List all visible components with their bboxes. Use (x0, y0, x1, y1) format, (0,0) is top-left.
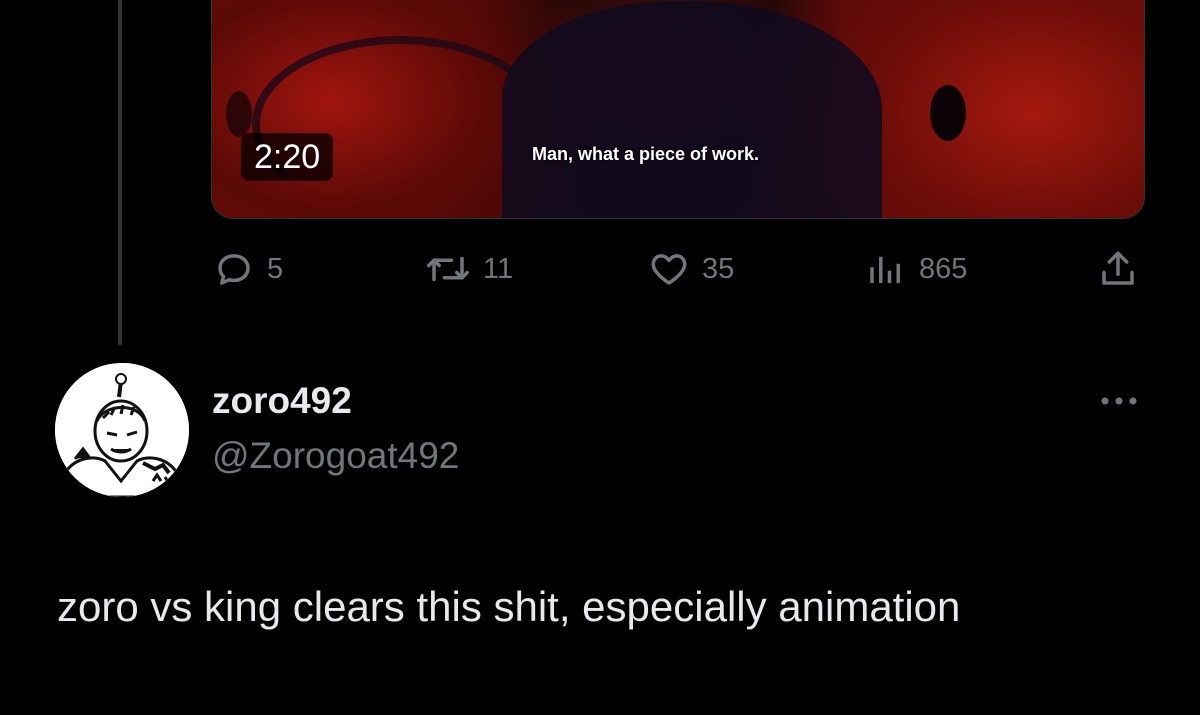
avatar[interactable] (55, 363, 189, 497)
share-button[interactable] (1097, 247, 1139, 291)
more-icon (1097, 394, 1141, 412)
reply-icon (213, 248, 255, 290)
views-count: 865 (919, 252, 968, 285)
video-frame-shape (226, 91, 252, 137)
views-icon (865, 248, 907, 290)
tweet-action-bar: 5 11 35 865 (213, 247, 1143, 291)
tweet-text: zoro vs king clears this shit, especiall… (57, 583, 961, 630)
avatar-image (55, 363, 189, 497)
repost-count: 11 (483, 252, 514, 285)
repost-icon (425, 248, 471, 290)
display-name[interactable]: zoro492 (212, 380, 352, 422)
video-frame-shape (502, 1, 882, 218)
tweet-thread: 2:20 Man, what a piece of work. 5 11 35 … (0, 0, 1200, 715)
heart-icon (648, 248, 690, 290)
thread-connector-line (118, 0, 122, 345)
reply-button[interactable]: 5 (213, 247, 283, 291)
views-button[interactable]: 865 (865, 247, 967, 291)
video-frame-shape (930, 85, 966, 141)
like-button[interactable]: 35 (648, 247, 734, 291)
video-subtitle: Man, what a piece of work. (532, 144, 760, 164)
user-handle[interactable]: @Zorogoat492 (212, 435, 459, 477)
more-options-button[interactable] (1097, 388, 1141, 418)
share-icon (1097, 248, 1139, 290)
video-player[interactable]: 2:20 Man, what a piece of work. (211, 0, 1145, 219)
reply-count: 5 (267, 252, 284, 285)
like-count: 35 (702, 252, 735, 285)
video-duration-badge: 2:20 (241, 133, 334, 181)
repost-button[interactable]: 11 (425, 247, 513, 291)
